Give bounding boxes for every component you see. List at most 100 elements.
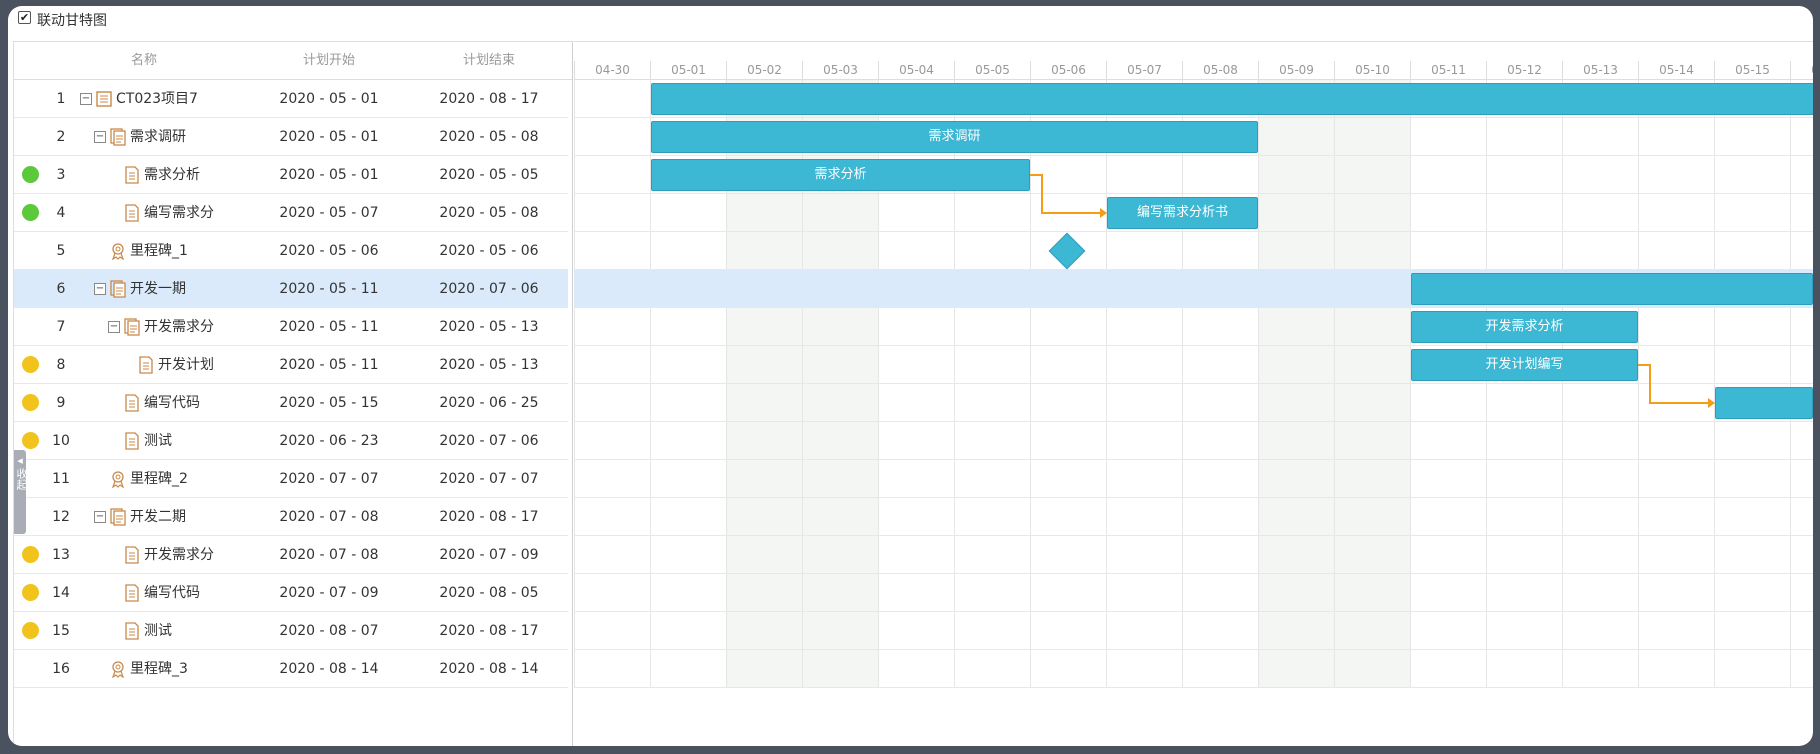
row-number: 11: [52, 471, 70, 487]
collapse-toggle-icon[interactable]: −: [108, 321, 120, 333]
table-row[interactable]: 16 里程碑_3 2020 - 08 - 14 2020 - 08 - 14: [14, 650, 568, 688]
task-bar[interactable]: 需求分析: [651, 159, 1030, 191]
table-row[interactable]: 6 − 开发一期 2020 - 05 - 11 2020 - 07 - 06: [14, 270, 568, 308]
milestone-icon: [110, 242, 126, 261]
table-row[interactable]: 9 编写代码 2020 - 05 - 15 2020 - 06 - 25: [14, 384, 568, 422]
table-row[interactable]: 10 测试 2020 - 06 - 23 2020 - 07 - 06: [14, 422, 568, 460]
collapse-toggle-icon[interactable]: −: [94, 131, 106, 143]
start-date: 2020 - 07 - 09: [279, 585, 379, 601]
date-header: 05-03: [802, 61, 878, 80]
task-name: 里程碑_3: [130, 661, 188, 677]
row-gridline: [574, 345, 1813, 346]
table-row[interactable]: 3 需求分析 2020 - 05 - 01 2020 - 05 - 05: [14, 156, 568, 194]
end-date: 2020 - 05 - 08: [439, 205, 539, 221]
folder-document-icon: [110, 508, 126, 526]
task-name: 需求调研: [130, 129, 186, 145]
collapse-panel-tab[interactable]: ◂ 收起: [14, 450, 28, 534]
row-number: 13: [52, 547, 70, 563]
link-gantt-checkbox[interactable]: ✔: [18, 11, 31, 24]
date-header: 05-05: [954, 61, 1030, 80]
date-header: 05-04: [878, 61, 954, 80]
date-header: 05-02: [726, 61, 802, 80]
milestone-icon: [110, 470, 126, 489]
end-date: 2020 - 07 - 06: [439, 281, 539, 297]
day-column: [1106, 80, 1182, 688]
dependency-link: [1042, 212, 1100, 214]
status-dot: [22, 166, 39, 183]
table-row[interactable]: 11 里程碑_2 2020 - 07 - 07 2020 - 07 - 07: [14, 460, 568, 498]
header-name[interactable]: 名称: [94, 42, 194, 80]
task-name: 编写需求分析: [144, 205, 214, 221]
header-end[interactable]: 计划结束: [414, 42, 564, 80]
end-date: 2020 - 05 - 05: [439, 167, 539, 183]
status-dot: [22, 394, 39, 411]
row-gridline: [574, 307, 1813, 308]
document-icon: [124, 204, 140, 222]
start-date: 2020 - 05 - 11: [279, 281, 379, 297]
start-date: 2020 - 08 - 07: [279, 623, 379, 639]
date-header: 05-14: [1638, 61, 1714, 80]
header-start[interactable]: 计划开始: [254, 42, 404, 80]
end-date: 2020 - 08 - 17: [439, 91, 539, 107]
table-row[interactable]: 2 − 需求调研 2020 - 05 - 01 2020 - 05 - 08: [14, 118, 568, 156]
start-date: 2020 - 07 - 08: [279, 509, 379, 525]
dependency-link: [1041, 174, 1043, 214]
row-number: 5: [56, 243, 66, 259]
end-date: 2020 - 05 - 13: [439, 319, 539, 335]
task-bar[interactable]: 开发需求分析: [1411, 311, 1638, 343]
task-name: 开发需求分析: [144, 547, 214, 563]
task-bar[interactable]: [1715, 387, 1813, 419]
table-row[interactable]: 8 开发计划编写 2020 - 05 - 11 2020 - 05 - 13: [14, 346, 568, 384]
table-row[interactable]: 7 − 开发需求分析 2020 - 05 - 11 2020 - 05 - 13: [14, 308, 568, 346]
project-icon: [96, 90, 112, 108]
date-header: 05-12: [1486, 61, 1562, 80]
row-number: 4: [56, 205, 66, 221]
table-row[interactable]: 15 测试 2020 - 08 - 07 2020 - 08 - 17: [14, 612, 568, 650]
date-header: 05-01: [650, 61, 726, 80]
task-name: 里程碑_2: [130, 471, 188, 487]
collapse-toggle-icon[interactable]: −: [94, 283, 106, 295]
row-gridline: [574, 383, 1813, 384]
day-column: [1790, 80, 1813, 688]
task-bar[interactable]: 开发计划编写: [1411, 349, 1638, 381]
task-bar[interactable]: 编写需求分析书: [1107, 197, 1258, 229]
start-date: 2020 - 05 - 11: [279, 357, 379, 373]
task-name: 编写代码: [144, 395, 200, 411]
table-row[interactable]: 12 − 开发二期 2020 - 07 - 08 2020 - 08 - 17: [14, 498, 568, 536]
task-bar[interactable]: [1411, 273, 1813, 305]
task-name: 测试: [144, 623, 172, 639]
end-date: 2020 - 05 - 13: [439, 357, 539, 373]
collapse-label: 收起: [15, 468, 28, 490]
toolbar: ✔ 联动甘特图: [8, 6, 1813, 38]
row-number: 16: [52, 661, 70, 677]
table-row[interactable]: 5 里程碑_1 2020 - 05 - 06 2020 - 05 - 06: [14, 232, 568, 270]
end-date: 2020 - 08 - 17: [439, 509, 539, 525]
end-date: 2020 - 05 - 06: [439, 243, 539, 259]
row-gridline: [574, 117, 1813, 118]
task-bar[interactable]: [651, 83, 1813, 115]
task-bar[interactable]: 需求调研: [651, 121, 1258, 153]
start-date: 2020 - 08 - 14: [279, 661, 379, 677]
row-number: 10: [52, 433, 70, 449]
row-number: 12: [52, 509, 70, 525]
table-row[interactable]: 13 开发需求分析 2020 - 07 - 08 2020 - 07 - 09: [14, 536, 568, 574]
table-row[interactable]: 14 编写代码 2020 - 07 - 09 2020 - 08 - 05: [14, 574, 568, 612]
start-date: 2020 - 05 - 15: [279, 395, 379, 411]
end-date: 2020 - 08 - 14: [439, 661, 539, 677]
collapse-toggle-icon[interactable]: −: [94, 511, 106, 523]
status-dot: [22, 432, 39, 449]
start-date: 2020 - 05 - 07: [279, 205, 379, 221]
folder-document-icon: [110, 280, 126, 298]
end-date: 2020 - 07 - 07: [439, 471, 539, 487]
dependency-link: [1649, 364, 1651, 404]
row-gridline: [574, 649, 1813, 650]
row-number: 15: [52, 623, 70, 639]
chevron-left-icon: ◂: [17, 454, 23, 467]
task-name: 开发一期: [130, 281, 186, 297]
document-icon: [138, 356, 154, 374]
row-number: 2: [56, 129, 66, 145]
end-date: 2020 - 08 - 05: [439, 585, 539, 601]
table-row[interactable]: 1 − CT023项目7 2020 - 05 - 01 2020 - 08 - 17: [14, 80, 568, 118]
collapse-toggle-icon[interactable]: −: [80, 93, 92, 105]
table-row[interactable]: 4 编写需求分析 2020 - 05 - 07 2020 - 05 - 08: [14, 194, 568, 232]
